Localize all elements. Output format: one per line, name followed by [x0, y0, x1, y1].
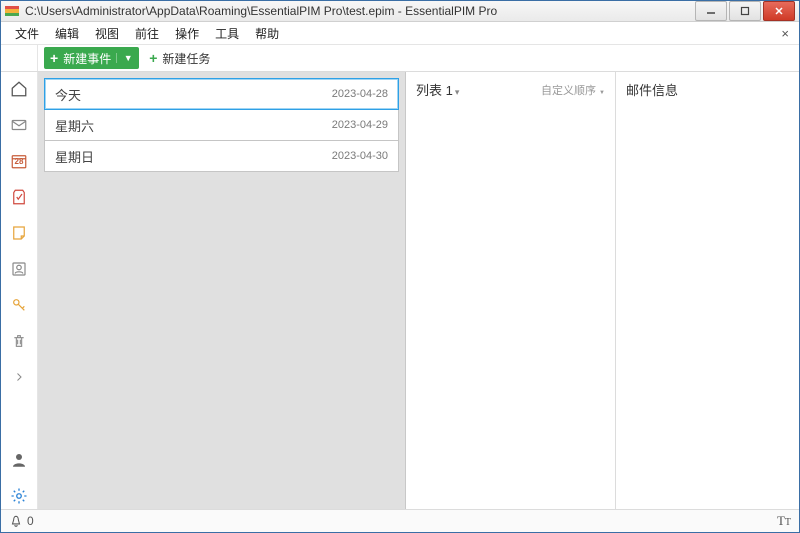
- sidebar: 28: [1, 72, 38, 509]
- plus-icon: +: [149, 51, 157, 65]
- list-panel-header: 列表 1▾ 自定义顺序 ▼: [416, 80, 605, 99]
- calendar-day-number: 28: [15, 157, 24, 166]
- list-sort-dropdown[interactable]: 自定义顺序 ▼: [541, 82, 605, 98]
- titlebar: C:\Users\Administrator\AppData\Roaming\E…: [1, 1, 799, 22]
- chevron-down-icon[interactable]: ▼: [116, 53, 135, 63]
- chevron-down-icon: ▾: [455, 87, 460, 97]
- sidebar-trash[interactable]: [5, 328, 33, 354]
- menu-view[interactable]: 视图: [87, 23, 127, 44]
- close-button[interactable]: [763, 1, 795, 21]
- app-window: C:\Users\Administrator\AppData\Roaming\E…: [0, 0, 800, 533]
- menu-tools[interactable]: 工具: [207, 23, 247, 44]
- maximize-button[interactable]: [729, 1, 761, 21]
- main-panels: 今天 2023-04-28 星期六 2023-04-29 星期日 2023-04…: [38, 72, 799, 509]
- sidebar-tasks[interactable]: [5, 184, 33, 210]
- window-buttons: [693, 1, 795, 21]
- sidebar-settings[interactable]: [5, 483, 33, 509]
- agenda-row[interactable]: 星期日 2023-04-30: [44, 140, 399, 172]
- sidebar-mail[interactable]: [5, 112, 33, 138]
- toolbar-sidebar-spacer: [1, 45, 38, 71]
- agenda-row-today[interactable]: 今天 2023-04-28: [44, 78, 399, 110]
- agenda-day-label: 今天: [55, 85, 332, 104]
- toolbar: + 新建事件 ▼ + 新建任务: [1, 45, 799, 72]
- list-panel: 列表 1▾ 自定义顺序 ▼: [406, 72, 616, 509]
- mail-panel-title: 邮件信息: [626, 83, 678, 98]
- menu-help[interactable]: 帮助: [247, 23, 287, 44]
- new-task-button[interactable]: + 新建任务: [149, 50, 210, 67]
- menu-goto[interactable]: 前往: [127, 23, 167, 44]
- list-title: 列表 1: [416, 83, 453, 98]
- statusbar: 0 TT: [1, 509, 799, 532]
- mail-panel: 邮件信息: [616, 72, 799, 509]
- bell-icon: [9, 514, 23, 528]
- list-sort-label: 自定义顺序: [541, 85, 596, 97]
- menubar: 文件 编辑 视图 前往 操作 工具 帮助 ×: [1, 22, 799, 45]
- new-task-label: 新建任务: [162, 50, 210, 67]
- menu-action[interactable]: 操作: [167, 23, 207, 44]
- close-document-button[interactable]: ×: [777, 26, 793, 41]
- sidebar-notes[interactable]: [5, 220, 33, 246]
- menu-edit[interactable]: 编辑: [47, 23, 87, 44]
- agenda-date-label: 2023-04-28: [332, 88, 388, 100]
- list-title-dropdown[interactable]: 列表 1▾: [416, 80, 459, 99]
- sidebar-calendar[interactable]: 28: [5, 148, 33, 174]
- body: 28: [1, 72, 799, 509]
- notifications-count: 0: [27, 514, 34, 528]
- statusbar-right: TT: [777, 513, 791, 529]
- agenda-panel: 今天 2023-04-28 星期六 2023-04-29 星期日 2023-04…: [38, 72, 406, 509]
- new-event-button[interactable]: + 新建事件 ▼: [44, 47, 139, 69]
- agenda-day-label: 星期六: [55, 116, 332, 135]
- menu-file[interactable]: 文件: [7, 23, 47, 44]
- sidebar-contacts[interactable]: [5, 256, 33, 282]
- sidebar-user[interactable]: [5, 447, 33, 473]
- app-icon: [5, 6, 19, 16]
- text-format-icon[interactable]: TT: [777, 513, 791, 529]
- sidebar-passwords[interactable]: [5, 292, 33, 318]
- sidebar-home[interactable]: [5, 76, 33, 102]
- new-event-label: 新建事件: [63, 50, 111, 67]
- minimize-button[interactable]: [695, 1, 727, 21]
- toolbar-inner: + 新建事件 ▼ + 新建任务: [38, 45, 216, 71]
- agenda-date-label: 2023-04-29: [332, 119, 388, 131]
- notifications-indicator[interactable]: 0: [9, 514, 34, 528]
- window-title: C:\Users\Administrator\AppData\Roaming\E…: [25, 4, 693, 18]
- agenda-date-label: 2023-04-30: [332, 150, 388, 162]
- plus-icon: +: [50, 51, 58, 65]
- sidebar-expand[interactable]: [5, 364, 33, 390]
- agenda-day-label: 星期日: [55, 147, 332, 166]
- agenda-row[interactable]: 星期六 2023-04-29: [44, 109, 399, 141]
